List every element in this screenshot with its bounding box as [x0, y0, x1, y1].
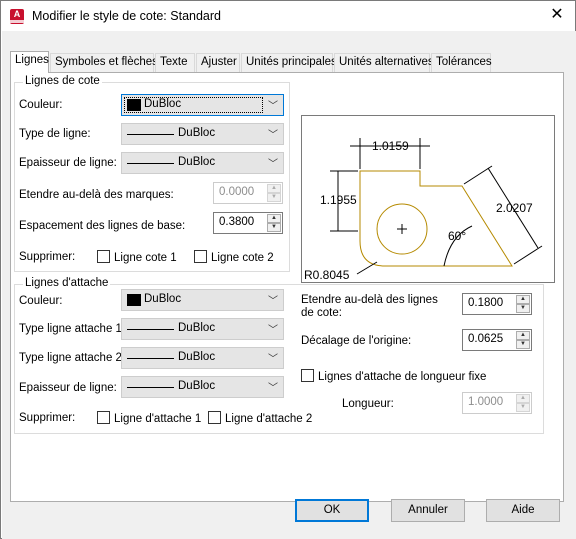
line-sample — [127, 163, 174, 164]
line-sample — [127, 358, 174, 359]
close-icon[interactable]: ✕ — [547, 5, 567, 25]
dim-extend-label: Etendre au-delà des marques: — [19, 189, 174, 201]
tab-symboles-fleches[interactable]: Symboles et flèches — [50, 53, 158, 72]
ext-color-label: Couleur: — [19, 295, 63, 307]
spin-down-icon: ▼ — [516, 403, 530, 412]
dialog-client: Lignes Symboles et flèches Texte Ajuster… — [2, 31, 576, 539]
spin-down-icon[interactable]: ▼ — [267, 223, 281, 232]
cancel-button[interactable]: Annuler — [391, 499, 465, 522]
tab-lignes[interactable]: Lignes — [10, 51, 49, 73]
autocad-app-icon: A — [10, 9, 24, 24]
tab-ajuster[interactable]: Ajuster — [196, 53, 240, 72]
ext-lineweight-combo[interactable]: DuBloc ﹀ — [121, 376, 284, 398]
dim-suppress-label: Supprimer: — [19, 251, 76, 263]
dim-suppress-2-checkbox[interactable]: Ligne cote 2 — [194, 250, 274, 264]
dim-lineweight-label: Epaisseur de ligne: — [19, 157, 117, 169]
color-swatch — [127, 99, 141, 111]
preview-dim-top: 1.0159 — [372, 139, 409, 153]
preview-radius: R0.8045 — [304, 268, 350, 282]
line-sample — [127, 329, 174, 330]
color-swatch — [127, 294, 141, 306]
chevron-down-icon: ﹀ — [268, 354, 278, 365]
dim-suppress-1-checkbox[interactable]: Ligne cote 1 — [97, 250, 177, 264]
ext-fixed-length-checkbox[interactable]: Lignes d'attache de longueur fixe — [301, 369, 486, 383]
ext-linetype2-combo[interactable]: DuBloc ﹀ — [121, 347, 284, 369]
ext-linetype1-label: Type ligne attache 1: — [19, 323, 126, 335]
dim-baseline-label: Espacement des lignes de base: — [19, 220, 186, 232]
chevron-down-icon: ﹀ — [268, 159, 278, 170]
dim-lineweight-combo[interactable]: DuBloc ﹀ — [121, 152, 284, 174]
dim-color-label: Couleur: — [19, 99, 63, 111]
chevron-down-icon: ﹀ — [268, 101, 278, 112]
chevron-down-icon: ﹀ — [268, 325, 278, 336]
spin-up-icon: ▲ — [516, 394, 530, 403]
line-sample — [127, 387, 174, 388]
tab-unites-alternatives[interactable]: Unités alternatives — [334, 53, 434, 72]
preview-geometry — [359, 170, 513, 267]
spin-up-icon[interactable]: ▲ — [516, 295, 530, 304]
group-label: Lignes d'attache — [23, 277, 111, 289]
window-title: Modifier le style de cote: Standard — [32, 9, 221, 23]
ext-color-combo[interactable]: DuBloc ﹀ — [121, 289, 284, 311]
dim-extend-spinner: 0.0000 ▲ ▼ — [213, 182, 283, 204]
dim-baseline-spinner[interactable]: 0.3800 ▲ ▼ — [213, 212, 283, 234]
dimension-preview: 1.0159 1.1955 2.0207 60° R0.8045 — [301, 115, 555, 283]
help-button[interactable]: Aide — [486, 499, 560, 522]
ext-length-label: Longueur: — [342, 398, 394, 410]
tab-unites-principales[interactable]: Unités principales — [241, 53, 337, 72]
ext-length-spinner: 1.0000 ▲ ▼ — [462, 392, 532, 414]
ext-suppress-label: Supprimer: — [19, 412, 76, 424]
chevron-down-icon: ﹀ — [268, 130, 278, 141]
spin-up-icon: ▲ — [267, 184, 281, 193]
preview-drawing: 1.0159 1.1955 2.0207 60° R0.8045 — [304, 138, 543, 282]
ext-offset-spinner[interactable]: 0.0625 ▲ ▼ — [462, 329, 532, 351]
ext-extend-label: Etendre au-delà des lignes de cote: — [301, 294, 438, 319]
dim-linetype-label: Type de ligne: — [19, 128, 91, 140]
ext-extend-spinner[interactable]: 0.1800 ▲ ▼ — [462, 293, 532, 315]
spin-up-icon[interactable]: ▲ — [516, 331, 530, 340]
spin-down-icon[interactable]: ▼ — [516, 340, 530, 349]
title-bar[interactable]: A Modifier le style de cote: Standard ✕ — [1, 1, 575, 31]
ext-lineweight-label: Epaisseur de ligne: — [19, 382, 117, 394]
ok-button[interactable]: OK — [295, 499, 369, 522]
tab-panel-lignes: Lignes de cote Couleur: DuBloc ﹀ Type de … — [10, 72, 564, 502]
spin-down-icon[interactable]: ▼ — [516, 304, 530, 313]
ext-suppress-2-checkbox[interactable]: Ligne d'attache 2 — [208, 411, 312, 425]
ext-offset-label: Décalage de l'origine: — [301, 335, 412, 347]
chevron-down-icon: ﹀ — [268, 296, 278, 307]
preview-dim-left: 1.1955 — [320, 193, 357, 207]
dim-color-combo[interactable]: DuBloc ﹀ — [121, 94, 284, 116]
group-label: Lignes de cote — [23, 75, 102, 87]
line-sample — [127, 134, 174, 135]
spin-down-icon: ▼ — [267, 193, 281, 202]
dim-linetype-combo[interactable]: DuBloc ﹀ — [121, 123, 284, 145]
ext-suppress-1-checkbox[interactable]: Ligne d'attache 1 — [97, 411, 201, 425]
chevron-down-icon: ﹀ — [268, 383, 278, 394]
tab-texte[interactable]: Texte — [155, 53, 195, 72]
preview-dim-right: 2.0207 — [496, 201, 533, 215]
tab-tolerances[interactable]: Tolérances — [431, 53, 492, 72]
ext-linetype1-combo[interactable]: DuBloc ﹀ — [121, 318, 284, 340]
dialog-window: A Modifier le style de cote: Standard ✕ … — [0, 0, 576, 539]
preview-angle: 60° — [448, 229, 466, 243]
ext-linetype2-label: Type ligne attache 2: — [19, 352, 126, 364]
spin-up-icon[interactable]: ▲ — [267, 214, 281, 223]
